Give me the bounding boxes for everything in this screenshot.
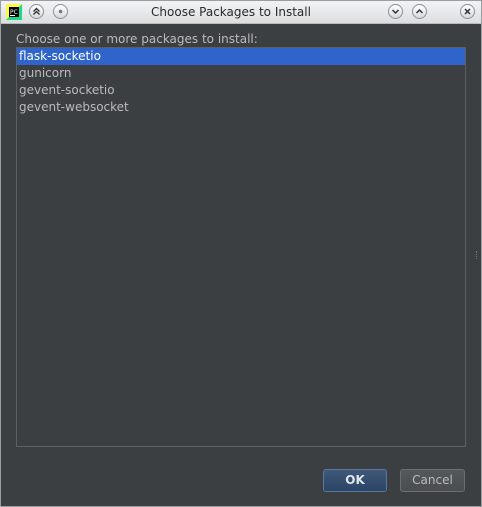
list-item-flask-socketio[interactable]: flask-socketio <box>17 48 465 65</box>
dialog-window: PC Choose Packages to Install Choose one… <box>0 0 482 507</box>
sticky-dot-icon[interactable] <box>53 4 68 19</box>
list-item-gunicorn[interactable]: gunicorn <box>17 65 465 82</box>
title-bar[interactable]: PC Choose Packages to Install <box>1 1 481 24</box>
resize-grip[interactable] <box>476 251 479 259</box>
window-title: Choose Packages to Install <box>151 5 311 19</box>
list-item-gevent-websocket[interactable]: gevent-websocket <box>17 99 465 116</box>
dialog-prompt: Choose one or more packages to install: <box>16 32 258 46</box>
close-icon[interactable] <box>460 4 475 19</box>
package-list[interactable]: flask-socketio gunicorn gevent-socketio … <box>16 47 466 447</box>
cancel-button[interactable]: Cancel <box>400 469 465 492</box>
pycharm-app-icon[interactable]: PC <box>6 4 22 20</box>
shade-up-icon[interactable] <box>29 4 44 19</box>
list-item-gevent-socketio[interactable]: gevent-socketio <box>17 82 465 99</box>
svg-text:PC: PC <box>10 9 18 16</box>
ok-button[interactable]: OK <box>323 469 387 492</box>
minimize-icon[interactable] <box>388 4 403 19</box>
maximize-icon[interactable] <box>412 4 427 19</box>
